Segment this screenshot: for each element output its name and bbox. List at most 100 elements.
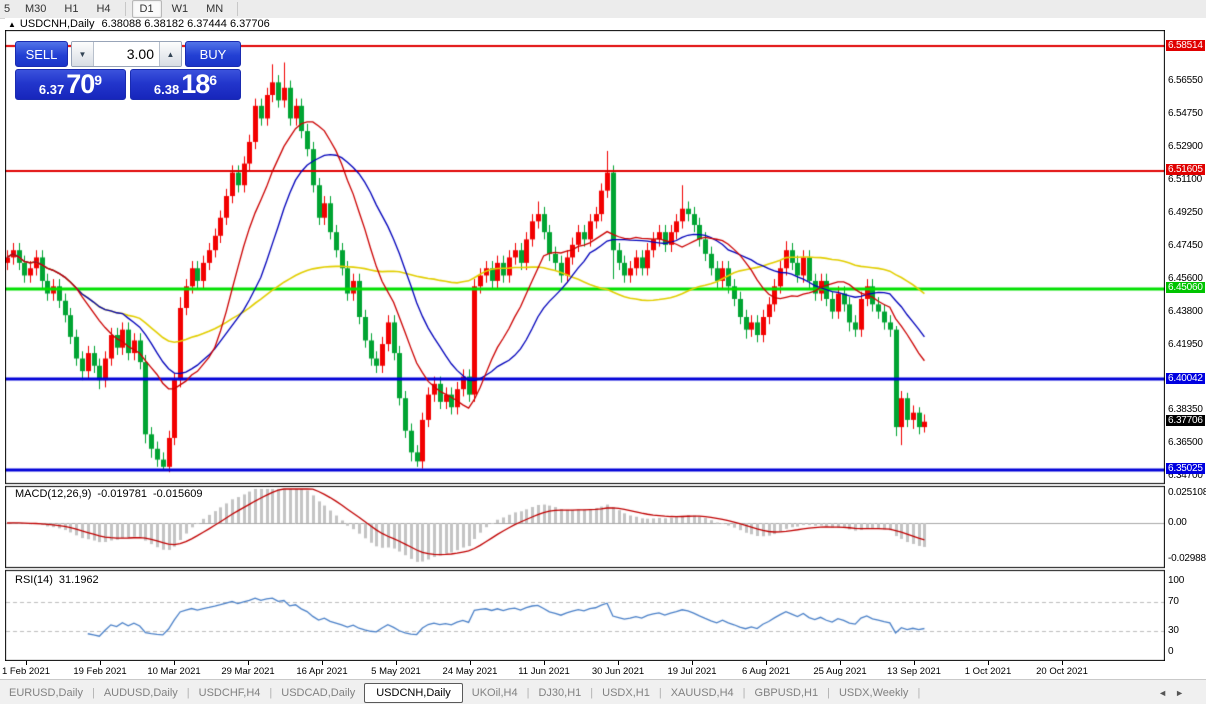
date-label: 11 Jun 2021 bbox=[518, 666, 570, 677]
date-tick bbox=[174, 661, 175, 665]
tab-gbpusd-h1[interactable]: GBPUSD,H1 bbox=[746, 684, 828, 702]
macd-indicator-label: MACD(12,26,9)-0.019781-0.015609 bbox=[15, 488, 209, 500]
collapse-triangle-icon[interactable]: ▲ bbox=[8, 20, 16, 29]
price-badge: 6.35025 bbox=[1166, 463, 1205, 474]
date-label: 16 Apr 2021 bbox=[296, 666, 347, 677]
date-label: 25 Aug 2021 bbox=[813, 666, 866, 677]
date-label: 1 Oct 2021 bbox=[965, 666, 1011, 677]
tab-usdx-h1[interactable]: USDX,H1 bbox=[593, 684, 659, 702]
timeframe-m30-button[interactable]: M30 bbox=[17, 0, 54, 18]
chart-title: ▲ USDCNH,Daily 6.38088 6.38182 6.37444 6.3… bbox=[8, 18, 270, 30]
rsi-indicator-label: RSI(14) 31.1962 bbox=[15, 574, 105, 586]
tab-scroll-right-icon[interactable]: ► bbox=[1175, 688, 1192, 698]
price-axis-label: 6.52900 bbox=[1168, 141, 1203, 152]
terminal-window: 5 M30 H1 H4 D1 W1 MN ▲ USDCNH,Daily 6.3808… bbox=[0, 0, 1206, 704]
date-tick bbox=[100, 661, 101, 665]
tab-scroll-arrows[interactable]: ◄► bbox=[1158, 688, 1192, 698]
timeframe-w1-button[interactable]: W1 bbox=[164, 0, 197, 18]
timeframe-h4-button[interactable]: H4 bbox=[88, 0, 118, 18]
date-label: 6 Aug 2021 bbox=[742, 666, 790, 677]
price-badge: 6.45060 bbox=[1166, 282, 1205, 293]
macd-axis-label: 0.025108 bbox=[1168, 487, 1206, 498]
ask-big-digits: 18 bbox=[181, 71, 209, 98]
price-axis-label: 6.51100 bbox=[1168, 174, 1202, 185]
price-badge: 6.51605 bbox=[1166, 164, 1205, 175]
macd-axis-label: 0.00 bbox=[1168, 517, 1187, 528]
price-axis-label: 6.49250 bbox=[1168, 207, 1203, 218]
chart-symbol-period: USDCNH,Daily bbox=[20, 18, 95, 30]
tab-audusd-daily[interactable]: AUDUSD,Daily bbox=[95, 684, 187, 702]
timeframe-d1-button[interactable]: D1 bbox=[132, 0, 162, 18]
date-label: 1 Feb 2021 bbox=[2, 666, 50, 677]
bid-prefix: 6.37 bbox=[39, 81, 64, 98]
date-label: 5 May 2021 bbox=[371, 666, 421, 677]
date-tick bbox=[248, 661, 249, 665]
sell-button[interactable]: SELL bbox=[15, 41, 68, 67]
chart-canvas[interactable] bbox=[5, 30, 1165, 661]
rsi-axis-label: 30 bbox=[1168, 625, 1179, 636]
timeframe-toolbar: 5 M30 H1 H4 D1 W1 MN bbox=[0, 0, 1206, 19]
rsi-axis-label: 100 bbox=[1168, 575, 1184, 586]
date-tick bbox=[840, 661, 841, 665]
date-label: 19 Feb 2021 bbox=[73, 666, 126, 677]
price-axis-label: 6.47450 bbox=[1168, 240, 1203, 251]
date-label: 10 Mar 2021 bbox=[147, 666, 200, 677]
macd-value: -0.019781 bbox=[97, 488, 147, 500]
tab-usdchf-h4[interactable]: USDCHF,H4 bbox=[190, 684, 270, 702]
tab-xauusd-h4[interactable]: XAUUSD,H4 bbox=[662, 684, 743, 702]
toolbar-separator bbox=[125, 2, 126, 16]
price-axis-label: 6.54750 bbox=[1168, 108, 1203, 119]
date-label: 13 Sep 2021 bbox=[887, 666, 941, 677]
date-tick bbox=[544, 661, 545, 665]
ask-price-box[interactable]: 6.38186 bbox=[130, 69, 241, 100]
rsi-axis-label: 0 bbox=[1168, 646, 1173, 657]
date-tick bbox=[988, 661, 989, 665]
ask-pip-digit: 6 bbox=[209, 73, 217, 87]
tab-usdcad-daily[interactable]: USDCAD,Daily bbox=[272, 684, 364, 702]
buy-button[interactable]: BUY bbox=[185, 41, 241, 67]
date-label: 19 Jul 2021 bbox=[667, 666, 716, 677]
chart-widget: ▲ USDCNH,Daily 6.38088 6.38182 6.37444 6.3… bbox=[5, 18, 1166, 678]
rsi-value: 31.1962 bbox=[59, 574, 99, 586]
spread-decrease-button[interactable]: ▼ bbox=[72, 42, 94, 66]
price-badge: 6.58514 bbox=[1166, 40, 1205, 51]
timeframe-mn-button[interactable]: MN bbox=[198, 0, 231, 18]
toolbar-separator bbox=[237, 2, 238, 16]
timeframe-m5-button[interactable]: 5 bbox=[1, 0, 15, 18]
rsi-name: RSI(14) bbox=[15, 574, 53, 586]
price-axis-label: 6.41950 bbox=[1168, 339, 1203, 350]
date-tick bbox=[1062, 661, 1063, 665]
macd-axis-label: -0.02988 bbox=[1168, 553, 1206, 564]
price-badge: 6.40042 bbox=[1166, 373, 1205, 384]
date-tick bbox=[766, 661, 767, 665]
date-tick bbox=[914, 661, 915, 665]
price-axis-label: 6.56550 bbox=[1168, 75, 1203, 86]
price-axis-label: 6.43800 bbox=[1168, 306, 1203, 317]
date-tick bbox=[322, 661, 323, 665]
date-tick bbox=[470, 661, 471, 665]
one-click-trade-panel: SELL ▼ 3.00 ▲ BUY 6.37709 6.38186 bbox=[15, 41, 241, 101]
tab-scroll-left-icon[interactable]: ◄ bbox=[1158, 688, 1175, 698]
tab-dj30-h1[interactable]: DJ30,H1 bbox=[529, 684, 590, 702]
bid-price-box[interactable]: 6.37709 bbox=[15, 69, 126, 100]
date-tick bbox=[26, 661, 27, 665]
macd-name: MACD(12,26,9) bbox=[15, 488, 91, 500]
date-label: 30 Jun 2021 bbox=[592, 666, 644, 677]
date-tick bbox=[396, 661, 397, 665]
tab-eurusd-daily[interactable]: EURUSD,Daily bbox=[0, 684, 92, 702]
tab-usdcnh-daily[interactable]: USDCNH,Daily bbox=[364, 683, 463, 703]
spread-value[interactable]: 3.00 bbox=[94, 42, 159, 66]
price-badge: 6.37706 bbox=[1166, 415, 1205, 426]
date-axis: 1 Feb 2021 19 Feb 2021 10 Mar 2021 29 Mar 2… bbox=[5, 661, 1166, 678]
price-axis-label: 6.38350 bbox=[1168, 404, 1203, 415]
price-axis-label: 6.36500 bbox=[1168, 437, 1203, 448]
tab-usdx-weekly[interactable]: USDX,Weekly bbox=[830, 684, 917, 702]
date-label: 29 Mar 2021 bbox=[221, 666, 274, 677]
bid-pip-digit: 9 bbox=[94, 73, 102, 87]
chart-ohlc-values: 6.38088 6.38182 6.37444 6.37706 bbox=[101, 18, 269, 30]
spread-increase-button[interactable]: ▲ bbox=[159, 42, 181, 66]
ask-prefix: 6.38 bbox=[154, 81, 179, 98]
tab-ukoil-h4[interactable]: UKOil,H4 bbox=[463, 684, 527, 702]
bid-big-digits: 70 bbox=[66, 71, 94, 98]
timeframe-h1-button[interactable]: H1 bbox=[56, 0, 86, 18]
